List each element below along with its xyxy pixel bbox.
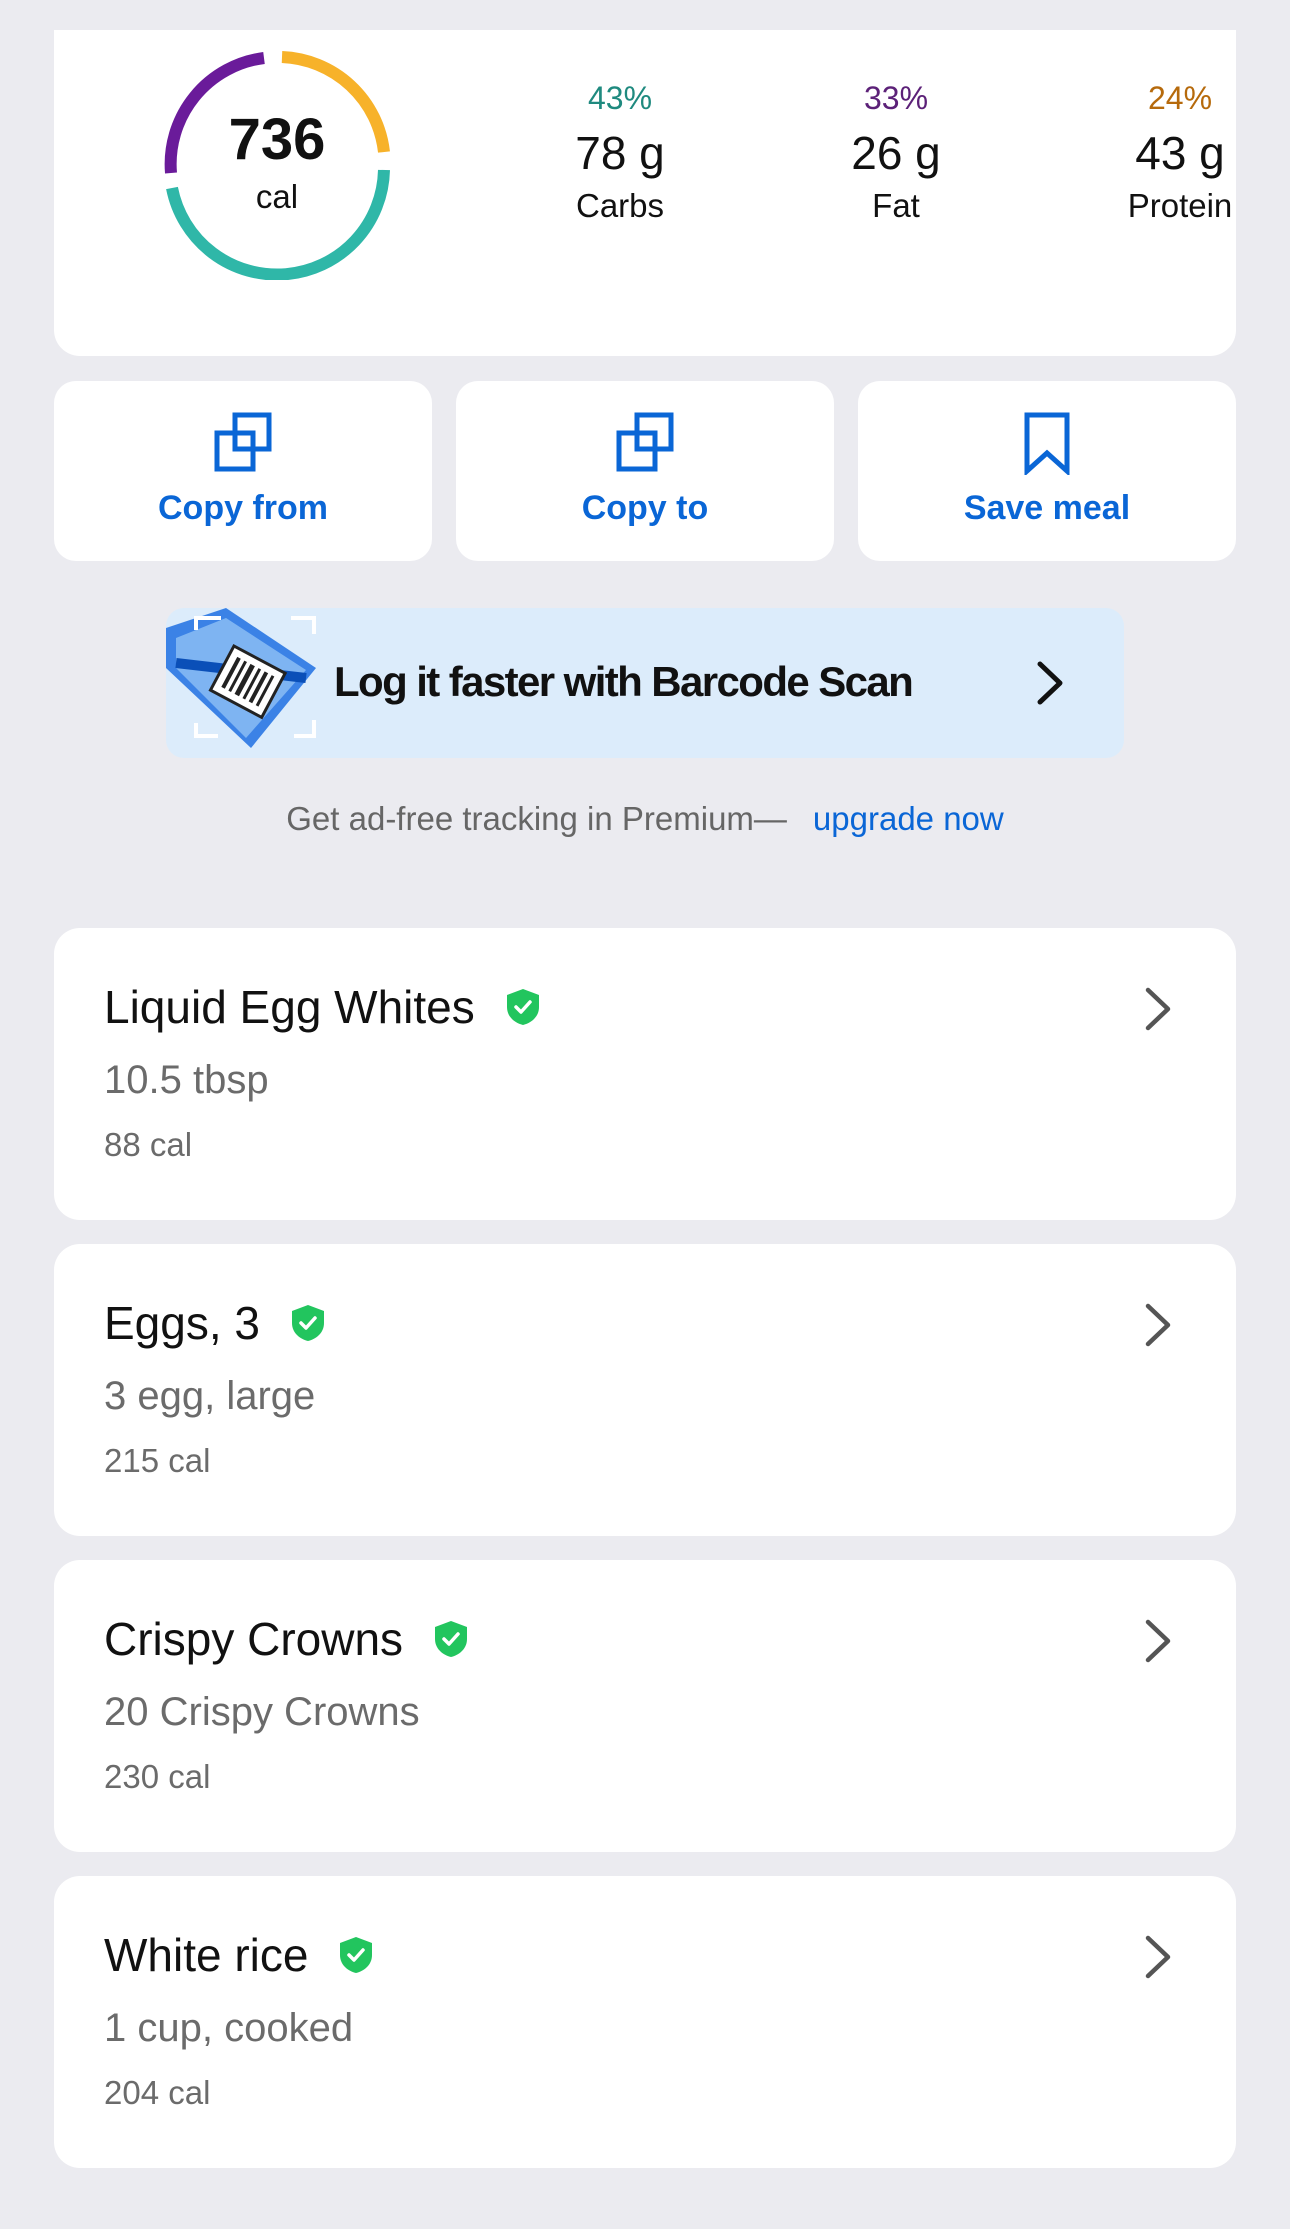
food-item-name-row: White rice [104,1928,374,1982]
food-item[interactable]: Crispy Crowns 20 Crispy Crowns 230 cal [54,1560,1236,1852]
bookmark-icon [1024,412,1070,475]
food-item-name-row: Eggs, 3 [104,1296,326,1350]
barcode-scan-banner[interactable]: Log it faster with Barcode Scan [166,608,1124,758]
macro-fat-grams: 26 g [851,127,941,179]
chevron-right-icon [1145,1303,1171,1347]
verified-shield-icon [292,1305,324,1341]
calories-total: 736 [228,107,326,172]
food-item-calories: 88 cal [104,1126,193,1163]
macro-carbs-grams: 78 g [575,127,665,179]
macro-fat-percent: 33% [863,80,929,116]
chevron-right-icon [1145,1935,1171,1979]
copy-from-label: Copy from [158,489,328,527]
food-item-serving: 10.5 tbsp [104,1058,269,1102]
food-item[interactable]: Eggs, 3 3 egg, large 215 cal [54,1244,1236,1536]
food-item-calories: 204 cal [104,2074,211,2111]
macro-protein-label: Protein [1127,187,1233,224]
premium-upsell: Get ad-free tracking in Premium— upgrade … [0,800,1290,838]
calorie-ring: 736 cal [161,48,393,280]
macro-carbs-percent: 43% [587,80,653,116]
food-item-serving: 20 Crispy Crowns [104,1690,420,1734]
food-item-calories: 230 cal [104,1758,211,1795]
chevron-right-icon [1145,1619,1171,1663]
chevron-right-icon [1037,661,1063,705]
macro-fat-label: Fat [872,187,920,224]
copy-to-label: Copy to [581,489,709,527]
food-item-serving: 1 cup, cooked [104,2006,354,2050]
food-item[interactable]: White rice 1 cup, cooked 204 cal [54,1876,1236,2168]
barcode-banner-text: Log it faster with Barcode Scan [334,658,914,705]
macro-fat: 33% 26 g Fat [786,78,1006,228]
food-item[interactable]: Liquid Egg Whites 10.5 tbsp 88 cal [54,928,1236,1220]
food-item-name-row: Liquid Egg Whites [104,980,541,1034]
verified-shield-icon [506,989,539,1025]
copy-from-button[interactable]: Copy from [54,381,432,561]
food-item-name-row: Crispy Crowns [104,1612,469,1666]
copy-icon [214,412,272,472]
copy-icon [616,412,674,472]
food-item-name: Crispy Crowns [104,1613,404,1665]
macro-carbs-label: Carbs [575,187,665,224]
copy-to-button[interactable]: Copy to [456,381,834,561]
calories-unit: cal [255,178,299,215]
macro-carbs: 43% 78 g Carbs [510,78,730,228]
food-item-name: Eggs, 3 [104,1297,260,1349]
upgrade-now-link[interactable]: upgrade now [813,800,1004,837]
chevron-right-icon [1145,987,1171,1031]
save-meal-button[interactable]: Save meal [858,381,1236,561]
food-item-name: Liquid Egg Whites [104,981,475,1033]
food-item-calories: 215 cal [104,1442,211,1479]
barcode-scan-icon [166,608,316,748]
save-meal-label: Save meal [963,489,1131,527]
verified-shield-icon [340,1937,373,1973]
verified-shield-icon [435,1621,468,1657]
premium-text: Get ad-free tracking in Premium— [286,800,787,837]
macro-protein-grams: 43 g [1135,127,1225,179]
macro-protein-percent: 24% [1147,80,1213,116]
food-item-name: White rice [104,1929,309,1981]
meal-detail-screen: 736 cal 43% 78 g Carbs 33% 26 g Fat 24% … [0,0,1290,2229]
food-item-serving: 3 egg, large [104,1374,316,1418]
nutrition-summary-card: 736 cal 43% 78 g Carbs 33% 26 g Fat 24% … [54,30,1236,356]
macro-protein: 24% 43 g Protein [1070,78,1290,228]
